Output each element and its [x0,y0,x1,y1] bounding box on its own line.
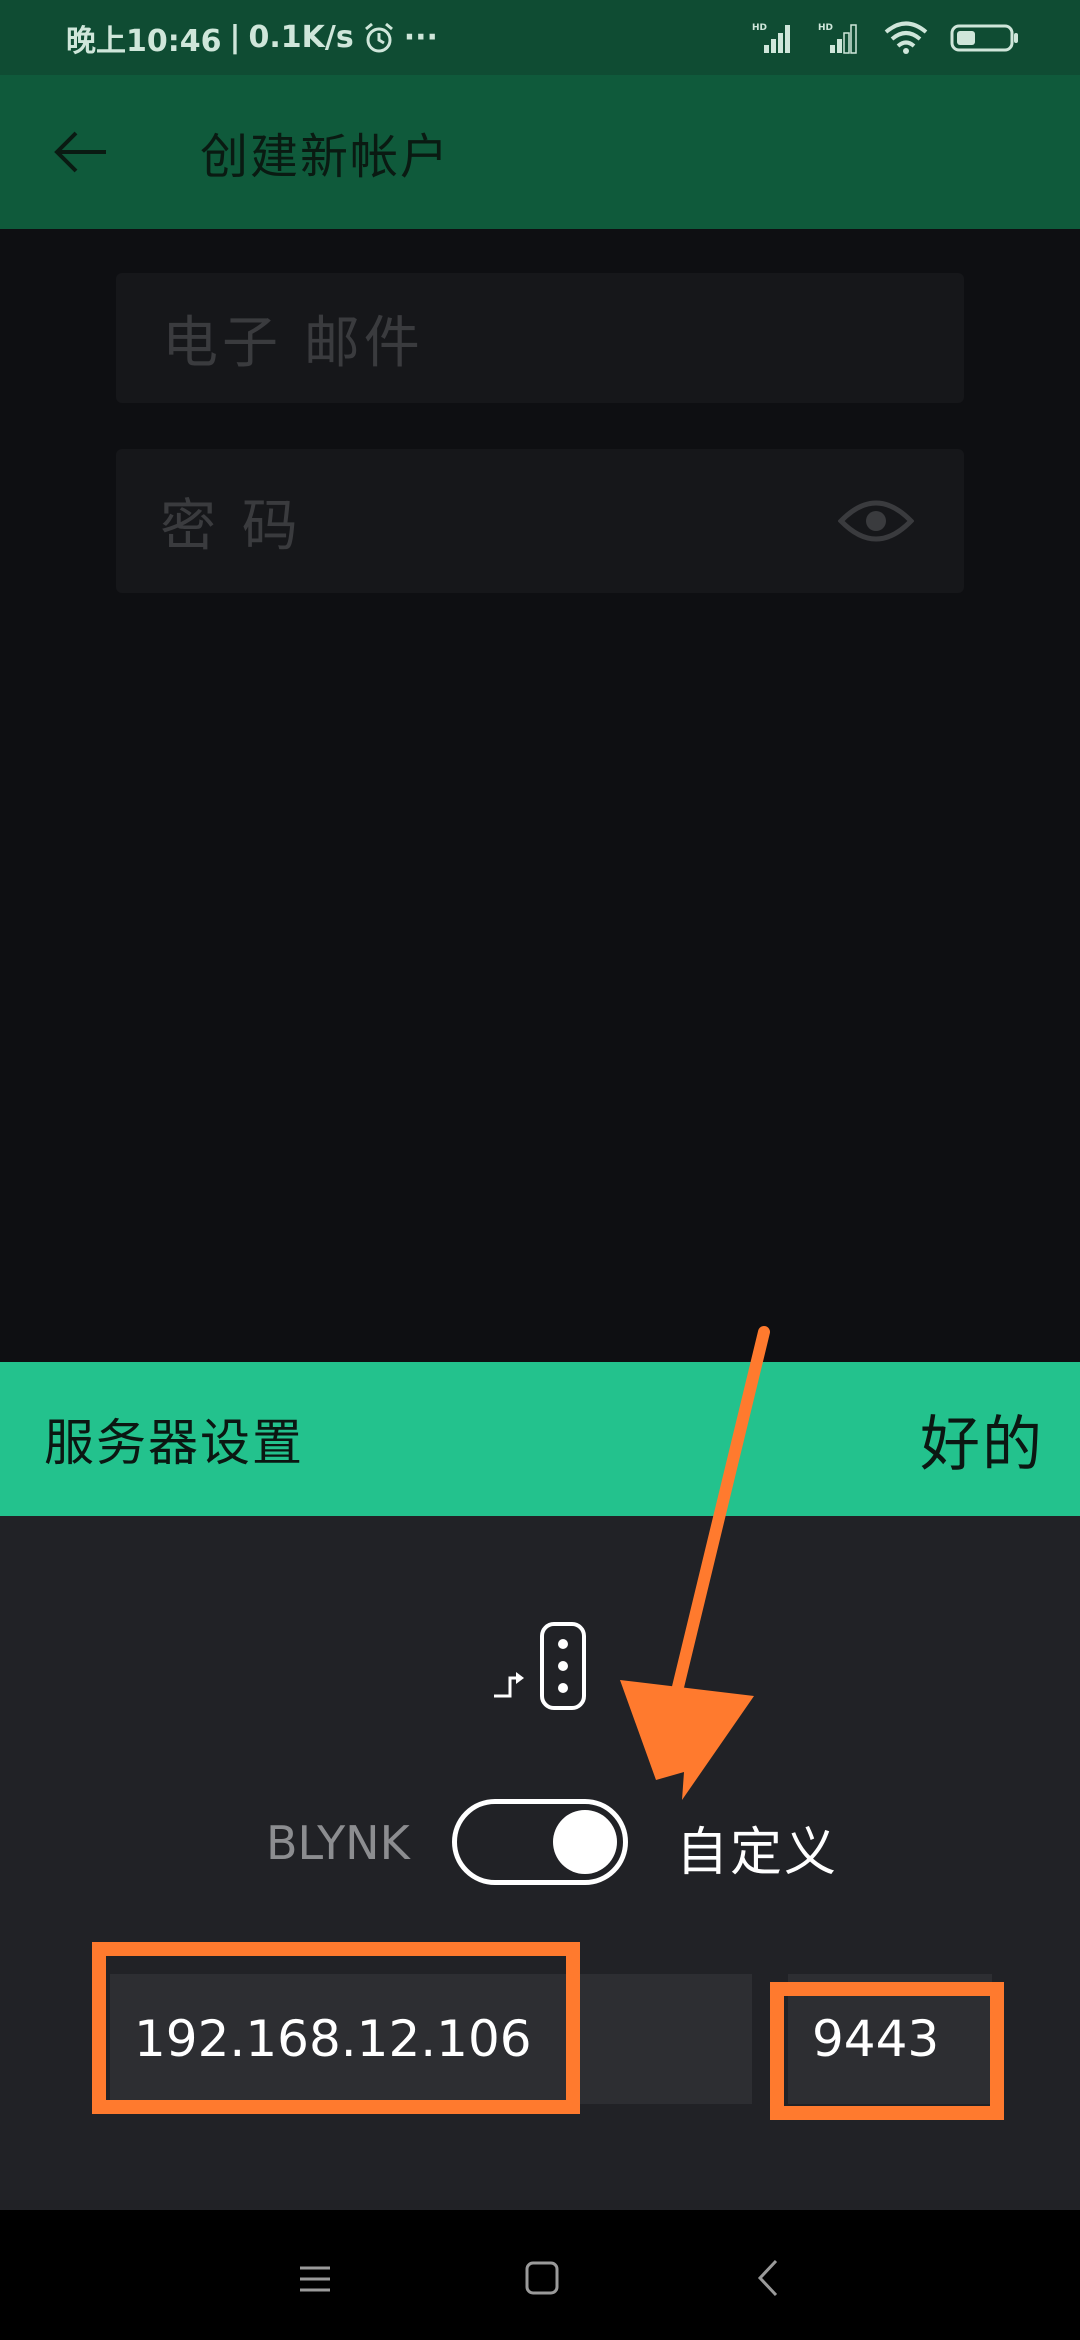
status-bar: 晚上10:46 | 0.1K/s ··· HD HD [0,0,1080,75]
ok-button[interactable]: 好的 [920,1396,1044,1483]
sheet-title: 服务器设置 [44,1414,304,1472]
status-divider: | [229,20,241,55]
arrow-left-icon[interactable] [50,125,110,179]
email-placeholder: 电子 邮件 [162,310,424,376]
email-field[interactable]: 电子 邮件 [116,273,964,403]
alarm-clock-icon [364,22,393,52]
hd-label: HD [752,23,767,33]
home-square-icon[interactable] [524,2260,560,2296]
page-title: 创建新帐户 [200,129,451,185]
app-bar: 创建新帐户 [0,75,1080,229]
highlight-box-host [92,1942,580,2114]
server-settings-header: 服务器设置 好的 [0,1362,1080,1516]
server-type-toggle[interactable] [452,1799,628,1885]
highlight-box-port [770,1982,1004,2120]
toggle-right-label: 自定义 [676,1823,839,1883]
status-right: HD HD [752,21,1020,55]
password-placeholder: 密 码 [160,493,302,559]
status-time: 晚上10:46 [66,23,222,59]
server-type-row: BLYNK 自定义 [0,1796,1080,1886]
annotation-arrow-icon [620,1326,770,1800]
eye-icon[interactable] [838,493,914,549]
signal-icon: HD [752,23,790,53]
server-icon [494,1622,586,1710]
status-left: 晚上10:46 | 0.1K/s ··· [66,16,438,60]
menu-icon[interactable] [298,2264,332,2294]
toggle-left-label: BLYNK [266,1816,410,1870]
signal-icon: HD [818,23,857,54]
chevron-left-icon[interactable] [756,2258,780,2298]
status-more: ··· [403,20,438,55]
wifi-icon [884,21,928,54]
password-field[interactable]: 密 码 [116,449,964,593]
status-speed: 0.1K/s [248,20,354,55]
hd-label: HD [818,23,833,33]
toggle-knob [553,1810,617,1874]
battery-icon [950,24,1018,51]
